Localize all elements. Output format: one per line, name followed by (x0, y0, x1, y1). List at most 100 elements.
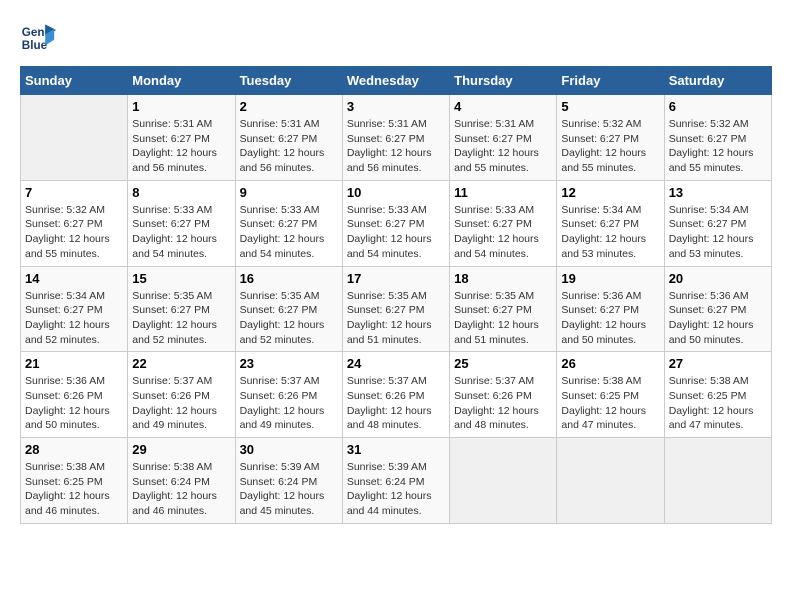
day-number: 25 (454, 356, 552, 371)
day-number: 27 (669, 356, 767, 371)
calendar-cell: 13Sunrise: 5:34 AM Sunset: 6:27 PM Dayli… (664, 180, 771, 266)
calendar-cell: 25 Sunrise: 5:37 AM Sunset: 6:26 PM Dayli… (450, 352, 557, 438)
calendar-cell: 27Sunrise: 5:38 AM Sunset: 6:25 PM Dayli… (664, 352, 771, 438)
day-number: 28 (25, 442, 123, 457)
calendar-cell: 29 Sunrise: 5:38 AM Sunset: 6:24 PM Dayli… (128, 438, 235, 524)
calendar-cell: 8Sunrise: 5:33 AM Sunset: 6:27 PM Daylig… (128, 180, 235, 266)
svg-text:Blue: Blue (22, 39, 48, 52)
calendar-cell (664, 438, 771, 524)
calendar-week-2: 7Sunrise: 5:32 AM Sunset: 6:27 PM Daylig… (21, 180, 772, 266)
calendar-cell: 6 Sunrise: 5:32 AM Sunset: 6:27 PM Daylig… (664, 95, 771, 181)
weekday-header-tuesday: Tuesday (235, 67, 342, 95)
weekday-header-wednesday: Wednesday (342, 67, 449, 95)
calendar-cell: 5 Sunrise: 5:32 AM Sunset: 6:27 PM Daylig… (557, 95, 664, 181)
day-number: 22 (132, 356, 230, 371)
calendar-cell (450, 438, 557, 524)
day-number: 19 (561, 271, 659, 286)
day-number: 10 (347, 185, 445, 200)
day-info: Sunrise: 5:33 AM Sunset: 6:27 PM Dayligh… (347, 203, 445, 262)
day-info: Sunrise: 5:31 AM Sunset: 6:27 PM Dayligh… (454, 117, 552, 176)
weekday-header-thursday: Thursday (450, 67, 557, 95)
calendar-cell: 2 Sunrise: 5:31 AM Sunset: 6:27 PM Daylig… (235, 95, 342, 181)
day-info: Sunrise: 5:31 AM Sunset: 6:27 PM Dayligh… (240, 117, 338, 176)
calendar-table: SundayMondayTuesdayWednesdayThursdayFrid… (20, 66, 772, 524)
calendar-cell: 19 Sunrise: 5:36 AM Sunset: 6:27 PM Dayli… (557, 266, 664, 352)
day-info: Sunrise: 5:36 AM Sunset: 6:27 PM Dayligh… (561, 289, 659, 348)
calendar-week-1: 1 Sunrise: 5:31 AM Sunset: 6:27 PM Daylig… (21, 95, 772, 181)
day-info: Sunrise: 5:35 AM Sunset: 6:27 PM Dayligh… (240, 289, 338, 348)
day-info: Sunrise: 5:31 AM Sunset: 6:27 PM Dayligh… (132, 117, 230, 176)
day-info: Sunrise: 5:38 AM Sunset: 6:25 PM Dayligh… (25, 460, 123, 519)
calendar-cell: 22 Sunrise: 5:37 AM Sunset: 6:26 PM Dayli… (128, 352, 235, 438)
day-number: 16 (240, 271, 338, 286)
day-number: 15 (132, 271, 230, 286)
day-info: Sunrise: 5:36 AM Sunset: 6:26 PM Dayligh… (25, 374, 123, 433)
weekday-header-friday: Friday (557, 67, 664, 95)
day-info: Sunrise: 5:35 AM Sunset: 6:27 PM Dayligh… (454, 289, 552, 348)
day-info: Sunrise: 5:33 AM Sunset: 6:27 PM Dayligh… (454, 203, 552, 262)
day-info: Sunrise: 5:38 AM Sunset: 6:24 PM Dayligh… (132, 460, 230, 519)
day-number: 29 (132, 442, 230, 457)
day-info: Sunrise: 5:35 AM Sunset: 6:27 PM Dayligh… (132, 289, 230, 348)
day-number: 31 (347, 442, 445, 457)
weekday-header-row: SundayMondayTuesdayWednesdayThursdayFrid… (21, 67, 772, 95)
day-number: 2 (240, 99, 338, 114)
day-info: Sunrise: 5:35 AM Sunset: 6:27 PM Dayligh… (347, 289, 445, 348)
day-info: Sunrise: 5:34 AM Sunset: 6:27 PM Dayligh… (561, 203, 659, 262)
day-number: 3 (347, 99, 445, 114)
day-info: Sunrise: 5:32 AM Sunset: 6:27 PM Dayligh… (561, 117, 659, 176)
weekday-header-sunday: Sunday (21, 67, 128, 95)
calendar-cell: 10 Sunrise: 5:33 AM Sunset: 6:27 PM Dayli… (342, 180, 449, 266)
calendar-cell: 9Sunrise: 5:33 AM Sunset: 6:27 PM Daylig… (235, 180, 342, 266)
day-number: 14 (25, 271, 123, 286)
day-info: Sunrise: 5:32 AM Sunset: 6:27 PM Dayligh… (669, 117, 767, 176)
calendar-cell: 21 Sunrise: 5:36 AM Sunset: 6:26 PM Dayli… (21, 352, 128, 438)
day-number: 30 (240, 442, 338, 457)
day-info: Sunrise: 5:33 AM Sunset: 6:27 PM Dayligh… (132, 203, 230, 262)
calendar-cell (21, 95, 128, 181)
calendar-cell: 14 Sunrise: 5:34 AM Sunset: 6:27 PM Dayli… (21, 266, 128, 352)
day-info: Sunrise: 5:34 AM Sunset: 6:27 PM Dayligh… (25, 289, 123, 348)
day-info: Sunrise: 5:39 AM Sunset: 6:24 PM Dayligh… (240, 460, 338, 519)
calendar-cell: 26 Sunrise: 5:38 AM Sunset: 6:25 PM Dayli… (557, 352, 664, 438)
day-number: 5 (561, 99, 659, 114)
day-info: Sunrise: 5:37 AM Sunset: 6:26 PM Dayligh… (132, 374, 230, 433)
day-info: Sunrise: 5:37 AM Sunset: 6:26 PM Dayligh… (347, 374, 445, 433)
logo: General Blue (20, 20, 62, 56)
day-number: 24 (347, 356, 445, 371)
calendar-body: 1 Sunrise: 5:31 AM Sunset: 6:27 PM Daylig… (21, 95, 772, 524)
calendar-cell: 7Sunrise: 5:32 AM Sunset: 6:27 PM Daylig… (21, 180, 128, 266)
day-info: Sunrise: 5:38 AM Sunset: 6:25 PM Dayligh… (561, 374, 659, 433)
day-info: Sunrise: 5:39 AM Sunset: 6:24 PM Dayligh… (347, 460, 445, 519)
day-number: 6 (669, 99, 767, 114)
day-number: 9 (240, 185, 338, 200)
day-number: 18 (454, 271, 552, 286)
calendar-cell: 16 Sunrise: 5:35 AM Sunset: 6:27 PM Dayli… (235, 266, 342, 352)
day-number: 12 (561, 185, 659, 200)
day-number: 7 (25, 185, 123, 200)
day-number: 23 (240, 356, 338, 371)
calendar-cell: 11 Sunrise: 5:33 AM Sunset: 6:27 PM Dayli… (450, 180, 557, 266)
day-number: 21 (25, 356, 123, 371)
day-info: Sunrise: 5:37 AM Sunset: 6:26 PM Dayligh… (240, 374, 338, 433)
calendar-cell: 4Sunrise: 5:31 AM Sunset: 6:27 PM Daylig… (450, 95, 557, 181)
calendar-cell: 18 Sunrise: 5:35 AM Sunset: 6:27 PM Dayli… (450, 266, 557, 352)
day-info: Sunrise: 5:37 AM Sunset: 6:26 PM Dayligh… (454, 374, 552, 433)
day-number: 26 (561, 356, 659, 371)
day-number: 11 (454, 185, 552, 200)
day-number: 17 (347, 271, 445, 286)
calendar-cell: 30 Sunrise: 5:39 AM Sunset: 6:24 PM Dayli… (235, 438, 342, 524)
calendar-cell: 15 Sunrise: 5:35 AM Sunset: 6:27 PM Dayli… (128, 266, 235, 352)
weekday-header-saturday: Saturday (664, 67, 771, 95)
page-header: General Blue (20, 20, 772, 56)
calendar-cell: 23 Sunrise: 5:37 AM Sunset: 6:26 PM Dayli… (235, 352, 342, 438)
day-number: 13 (669, 185, 767, 200)
day-number: 1 (132, 99, 230, 114)
calendar-week-4: 21 Sunrise: 5:36 AM Sunset: 6:26 PM Dayli… (21, 352, 772, 438)
calendar-cell: 28 Sunrise: 5:38 AM Sunset: 6:25 PM Dayli… (21, 438, 128, 524)
calendar-header: SundayMondayTuesdayWednesdayThursdayFrid… (21, 67, 772, 95)
calendar-cell: 17 Sunrise: 5:35 AM Sunset: 6:27 PM Dayli… (342, 266, 449, 352)
calendar-cell: 24 Sunrise: 5:37 AM Sunset: 6:26 PM Dayli… (342, 352, 449, 438)
calendar-cell: 1 Sunrise: 5:31 AM Sunset: 6:27 PM Daylig… (128, 95, 235, 181)
day-info: Sunrise: 5:36 AM Sunset: 6:27 PM Dayligh… (669, 289, 767, 348)
